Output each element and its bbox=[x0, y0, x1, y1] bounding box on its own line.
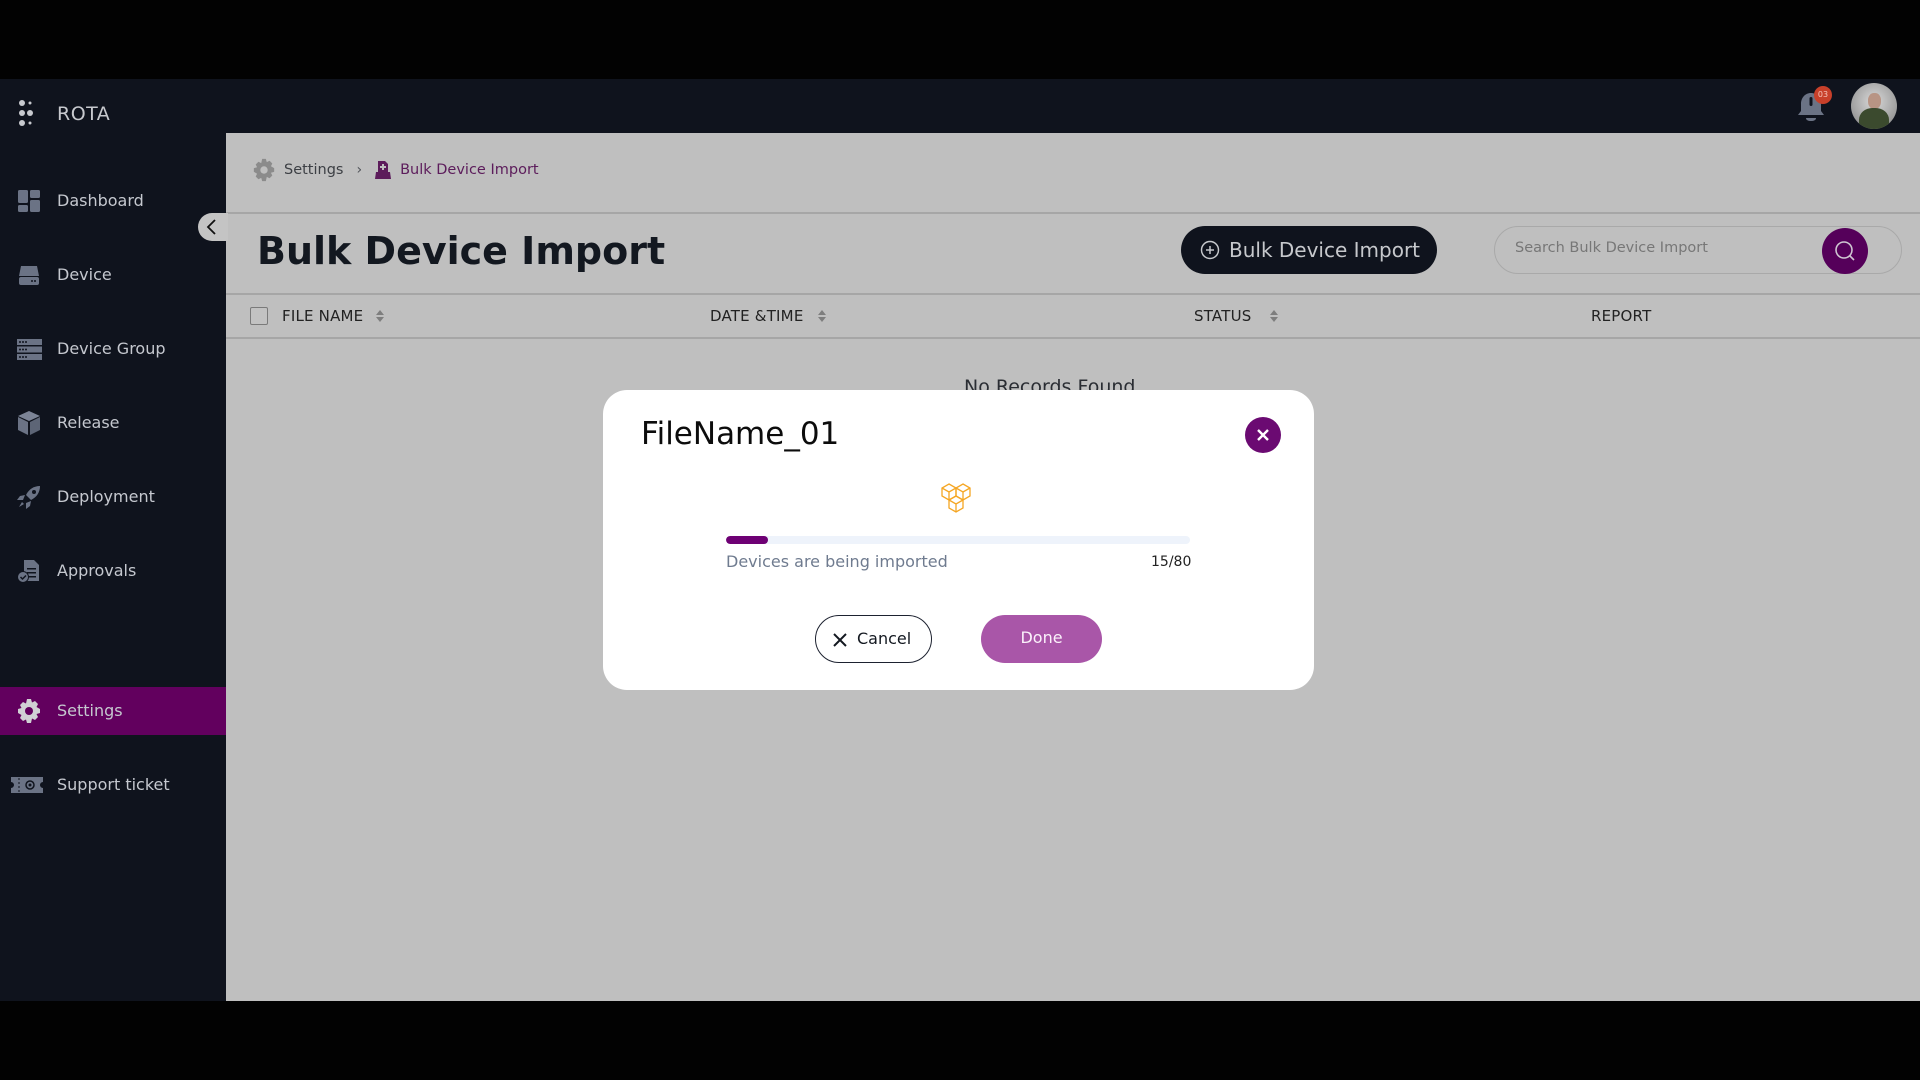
column-header-report: REPORT bbox=[1591, 307, 1652, 325]
column-header-file-name[interactable]: FILE NAME bbox=[282, 307, 363, 325]
close-icon bbox=[833, 633, 847, 647]
avatar-body bbox=[1859, 108, 1889, 129]
cancel-button[interactable]: Cancel bbox=[815, 615, 932, 663]
top-bar: ROTA 03 bbox=[0, 79, 1920, 133]
done-label: Done bbox=[1020, 628, 1063, 647]
import-progress-bar bbox=[726, 536, 1190, 544]
notification-badge: 03 bbox=[1814, 86, 1832, 104]
sort-icon[interactable] bbox=[817, 308, 827, 324]
close-icon bbox=[1257, 429, 1269, 441]
breadcrumb-settings-link[interactable]: Settings bbox=[284, 162, 343, 178]
sidebar-item-approvals[interactable]: Approvals bbox=[0, 547, 226, 595]
sidebar-item-label: Approvals bbox=[57, 561, 137, 580]
sidebar-item-deployment[interactable]: Deployment bbox=[0, 473, 226, 521]
import-status-text: Devices are being imported bbox=[726, 552, 948, 571]
table-header-divider bbox=[226, 337, 1920, 339]
breadcrumb-separator: › bbox=[356, 162, 363, 178]
sidebar-item-label: Device bbox=[57, 265, 112, 284]
cubes-icon bbox=[941, 483, 971, 513]
dashboard-icon bbox=[18, 190, 40, 212]
table-header: FILE NAME DATE &TIME STATUS REPORT bbox=[226, 295, 1920, 337]
sidebar-item-label: Device Group bbox=[57, 339, 166, 358]
plus-circle-icon bbox=[1200, 240, 1220, 260]
sidebar-item-dashboard[interactable]: Dashboard bbox=[0, 177, 226, 225]
sidebar-item-label: Settings bbox=[57, 701, 123, 720]
header-divider bbox=[226, 212, 1920, 214]
chevron-left-icon bbox=[206, 219, 216, 235]
gear-icon bbox=[18, 699, 40, 723]
column-header-status[interactable]: STATUS bbox=[1194, 307, 1251, 325]
cancel-label: Cancel bbox=[857, 629, 912, 648]
sidebar-item-label: Dashboard bbox=[57, 191, 144, 210]
device-import-icon bbox=[375, 161, 392, 179]
breadcrumb-current: Bulk Device Import bbox=[400, 162, 539, 178]
sidebar: Dashboard Device Device Group Release De… bbox=[0, 133, 226, 1001]
search-input[interactable] bbox=[1515, 240, 1815, 256]
bulk-device-import-label: Bulk Device Import bbox=[1229, 238, 1421, 262]
server-rack-icon bbox=[17, 339, 42, 360]
app-logo-icon bbox=[19, 100, 33, 126]
bulk-device-import-button[interactable]: Bulk Device Import bbox=[1181, 226, 1437, 274]
sidebar-item-label: Support ticket bbox=[57, 775, 170, 794]
document-check-icon bbox=[17, 560, 39, 583]
import-progress-fill bbox=[726, 536, 768, 544]
sidebar-item-release[interactable]: Release bbox=[0, 399, 226, 447]
import-count: 15/80 bbox=[1151, 554, 1192, 570]
modal-close-button[interactable] bbox=[1245, 417, 1281, 453]
rocket-icon bbox=[17, 486, 40, 509]
column-header-date-time[interactable]: DATE &TIME bbox=[710, 307, 804, 325]
sidebar-collapse-button[interactable] bbox=[198, 213, 228, 241]
done-button[interactable]: Done bbox=[981, 615, 1102, 663]
sidebar-item-device[interactable]: Device bbox=[0, 251, 226, 299]
sort-icon[interactable] bbox=[1269, 308, 1279, 324]
page-title: Bulk Device Import bbox=[257, 229, 666, 273]
sidebar-item-label: Release bbox=[57, 413, 120, 432]
breadcrumb: Settings › Bulk Device Import bbox=[252, 158, 539, 182]
modal-title: FileName_01 bbox=[641, 416, 840, 452]
search-button[interactable] bbox=[1822, 228, 1868, 274]
avatar-head bbox=[1868, 93, 1881, 109]
sidebar-item-label: Deployment bbox=[57, 487, 155, 506]
brand-name: ROTA bbox=[57, 103, 111, 125]
sidebar-item-support-ticket[interactable]: Support ticket bbox=[0, 761, 226, 809]
gear-icon bbox=[253, 158, 275, 182]
search-icon bbox=[1835, 241, 1855, 261]
import-progress-modal: FileName_01 Devices are being imported 1… bbox=[603, 390, 1314, 690]
ticket-icon bbox=[11, 777, 43, 793]
sidebar-item-settings[interactable]: Settings bbox=[0, 687, 226, 735]
select-all-checkbox[interactable] bbox=[250, 307, 268, 325]
sort-icon[interactable] bbox=[375, 308, 385, 324]
cube-icon bbox=[18, 411, 40, 435]
user-avatar[interactable] bbox=[1851, 83, 1897, 129]
sidebar-item-device-group[interactable]: Device Group bbox=[0, 325, 226, 373]
hard-drive-icon bbox=[19, 266, 39, 285]
